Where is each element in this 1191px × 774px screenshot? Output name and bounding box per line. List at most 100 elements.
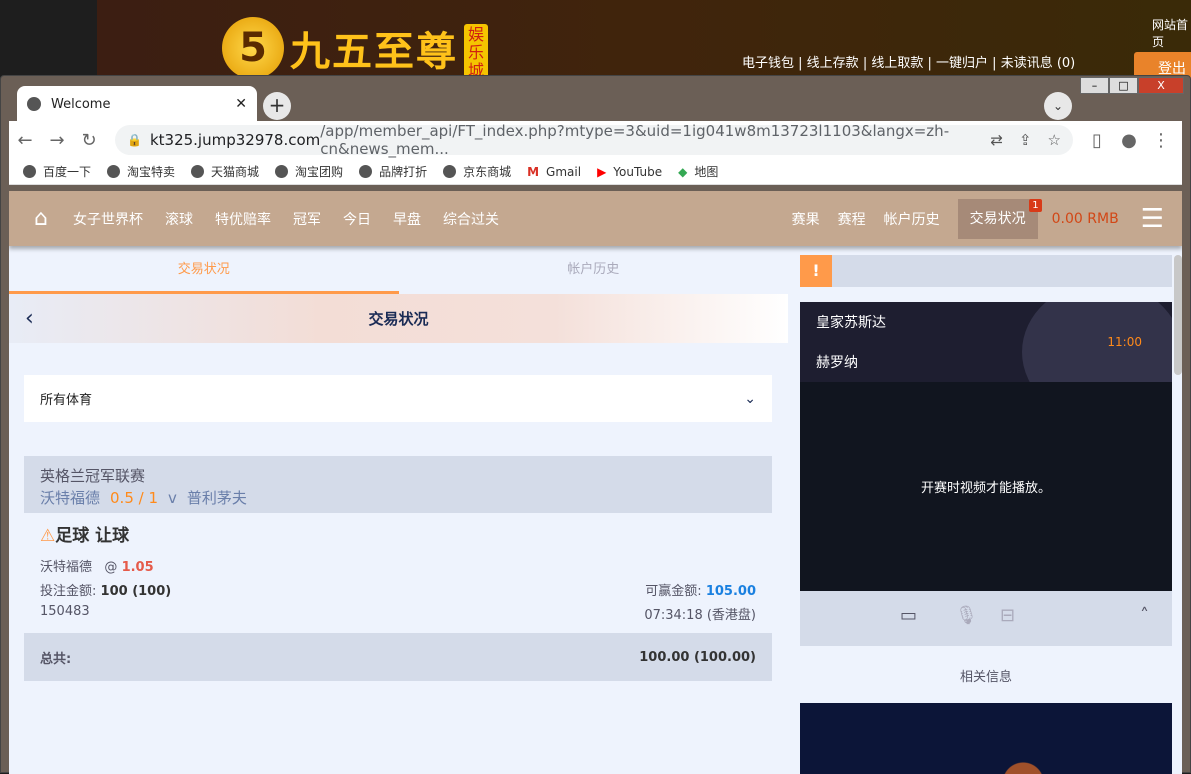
video-player: 开赛时视频才能播放。: [800, 382, 1172, 591]
related-info-heading: 相关信息: [959, 670, 1012, 685]
nav-item[interactable]: 滚球: [165, 209, 193, 229]
nav-item[interactable]: 特优赔率: [215, 209, 271, 229]
win-amount: 105.00: [705, 584, 756, 599]
reload-icon[interactable]: ↻: [73, 130, 105, 151]
bookmark-label: YouTube: [613, 164, 663, 179]
sidepanel-icon[interactable]: ▯: [1081, 130, 1113, 151]
bookmark-label: 淘宝特卖: [127, 165, 176, 179]
globe-icon: [107, 165, 121, 178]
site-link[interactable]: 未读讯息 (0): [1001, 56, 1076, 71]
brand-name: 九五至尊: [290, 29, 458, 75]
star-icon[interactable]: ☆: [1048, 131, 1061, 149]
left-tabs: 交易状况 帐户历史: [9, 249, 788, 294]
stake: 100 (100): [100, 584, 172, 599]
video-message: 开赛时视频才能播放。: [920, 481, 1051, 496]
chevron-up-icon[interactable]: ˄: [1140, 605, 1149, 626]
hamburger-menu-icon[interactable]: ☰: [1141, 204, 1164, 234]
nav-item[interactable]: 冠军: [293, 209, 321, 229]
home-team: 沃特福德: [40, 489, 101, 507]
bookmark-label: 淘宝团购: [295, 165, 344, 179]
handicap: 0.5 / 1: [110, 489, 159, 507]
bookmark-label: 品牌打折: [379, 165, 428, 179]
site-home-link[interactable]: 网站首页: [1152, 16, 1191, 50]
globe-icon: [443, 165, 457, 178]
share-icon[interactable]: ⇪: [1019, 131, 1032, 149]
message-alert-icon[interactable]: !: [800, 255, 832, 287]
profile-icon[interactable]: ●: [1113, 130, 1145, 151]
site-link[interactable]: 电子钱包: [742, 56, 794, 71]
announcement-bar: !: [800, 255, 1172, 287]
bet-id: 150483: [40, 604, 90, 619]
bookmark[interactable]: 淘宝特卖: [107, 163, 175, 180]
bookmark[interactable]: 淘宝团购: [275, 163, 343, 180]
promo-banner[interactable]: [800, 703, 1172, 774]
address-bar[interactable]: 🔒 kt325.jump32978.com/app/member_api/FT_i…: [115, 122, 1073, 158]
total-row: 总共: 100.00 (100.00): [24, 633, 772, 681]
bookmark-label: 天猫商城: [211, 165, 260, 179]
menu-icon[interactable]: ⋮: [1145, 130, 1177, 151]
nav-item[interactable]: 综合过关: [443, 209, 499, 229]
back-chevron-icon[interactable]: ‹: [25, 306, 34, 331]
nav-account-history[interactable]: 帐户历史: [884, 209, 940, 229]
close-tab-icon[interactable]: ✕: [235, 96, 247, 112]
bookmarks-bar: 百度一下 淘宝特卖 天猫商城 淘宝团购 品牌打折 京东商城 M Gmail ▶ Yo…: [9, 159, 1182, 185]
match-card: 皇家苏斯达 赫罗纳 11:00: [800, 302, 1172, 382]
filter-value: 所有体育: [40, 393, 93, 408]
browser-window: – □ X Welcome ✕ + ⌄ ← → ↻ 🔒 kt325.jump32978.co…: [0, 75, 1191, 774]
tab-transactions[interactable]: 交易状况: [9, 249, 399, 294]
back-icon[interactable]: ←: [9, 130, 41, 151]
site-link[interactable]: 线上取款: [871, 56, 923, 71]
maximize-button[interactable]: □: [1109, 77, 1138, 94]
nav-transactions-label: 交易状况: [969, 210, 1026, 227]
total-value: 100.00 (100.00): [639, 649, 756, 665]
site-link[interactable]: 一键归户: [936, 56, 988, 71]
youtube-icon: ▶: [597, 164, 607, 179]
bookmark[interactable]: 天猫商城: [191, 163, 259, 180]
tv-icon[interactable]: ▭: [900, 605, 917, 626]
browser-toolbar: ← → ↻ 🔒 kt325.jump32978.com/app/member_api/…: [9, 121, 1182, 159]
bookmark[interactable]: 品牌打折: [359, 163, 427, 180]
nav-item[interactable]: 早盘: [393, 209, 421, 229]
tab-account-history[interactable]: 帐户历史: [399, 249, 789, 294]
site-logo[interactable]: 5 九五至尊 娱乐城: [222, 14, 488, 82]
bookmark-label: 百度一下: [43, 165, 92, 179]
nav-item[interactable]: 今日: [343, 209, 371, 229]
translate-icon[interactable]: ⇄: [990, 131, 1003, 149]
forward-icon[interactable]: →: [41, 130, 73, 151]
scrollbar[interactable]: [1174, 255, 1182, 375]
bookmark[interactable]: 百度一下: [23, 163, 91, 180]
new-tab-button[interactable]: +: [263, 92, 291, 120]
page-content: ⌂ 女子世界杯 滚球 特优赔率 冠军 今日 早盘 综合过关 赛果 赛程 帐户历史…: [9, 191, 1182, 774]
sport-filter-dropdown[interactable]: 所有体育 ⌄: [24, 375, 772, 422]
site-link[interactable]: 线上存款: [807, 56, 859, 71]
page-title: 交易状况: [368, 310, 429, 328]
site-links: 电子钱包 | 线上存款 | 线上取款 | 一键归户 | 未读讯息 (0): [742, 56, 1076, 71]
home-team: 皇家苏斯达: [816, 315, 886, 331]
at-symbol: @: [104, 560, 118, 575]
nav-item[interactable]: 女子世界杯: [73, 209, 143, 229]
globe-icon: [191, 165, 205, 178]
globe-icon: [27, 97, 41, 111]
bookmark[interactable]: 京东商城: [443, 163, 511, 180]
globe-icon: [23, 165, 36, 178]
nav-results[interactable]: 赛果: [792, 209, 820, 229]
bookmark-label: 京东商城: [463, 165, 512, 179]
home-icon[interactable]: ⌂: [9, 206, 73, 231]
browser-tab[interactable]: Welcome ✕: [17, 86, 257, 122]
bookmark[interactable]: ◆ 地图: [678, 163, 718, 180]
bookmark-label: 地图: [694, 165, 719, 179]
pitch-icon[interactable]: ⊟: [1000, 605, 1015, 626]
video-controls: ▭ 🎙 ⊟ ˄: [800, 591, 1172, 646]
nav-transactions[interactable]: 交易状况 1: [957, 198, 1042, 239]
tab-search-button[interactable]: ⌄: [1044, 92, 1072, 120]
bookmark[interactable]: M Gmail: [527, 165, 581, 179]
logo-icon: 5: [222, 17, 284, 79]
close-window-button[interactable]: X: [1138, 77, 1184, 94]
match-time: 11:00: [1107, 335, 1142, 349]
microphone-icon[interactable]: 🎙: [955, 605, 978, 626]
nav-schedule[interactable]: 赛程: [838, 209, 866, 229]
globe-icon: [275, 165, 289, 178]
url-path: /app/member_api/FT_index.php?mtype=3&uid…: [320, 122, 950, 158]
bookmark[interactable]: ▶ YouTube: [597, 165, 662, 179]
minimize-button[interactable]: –: [1080, 77, 1109, 94]
